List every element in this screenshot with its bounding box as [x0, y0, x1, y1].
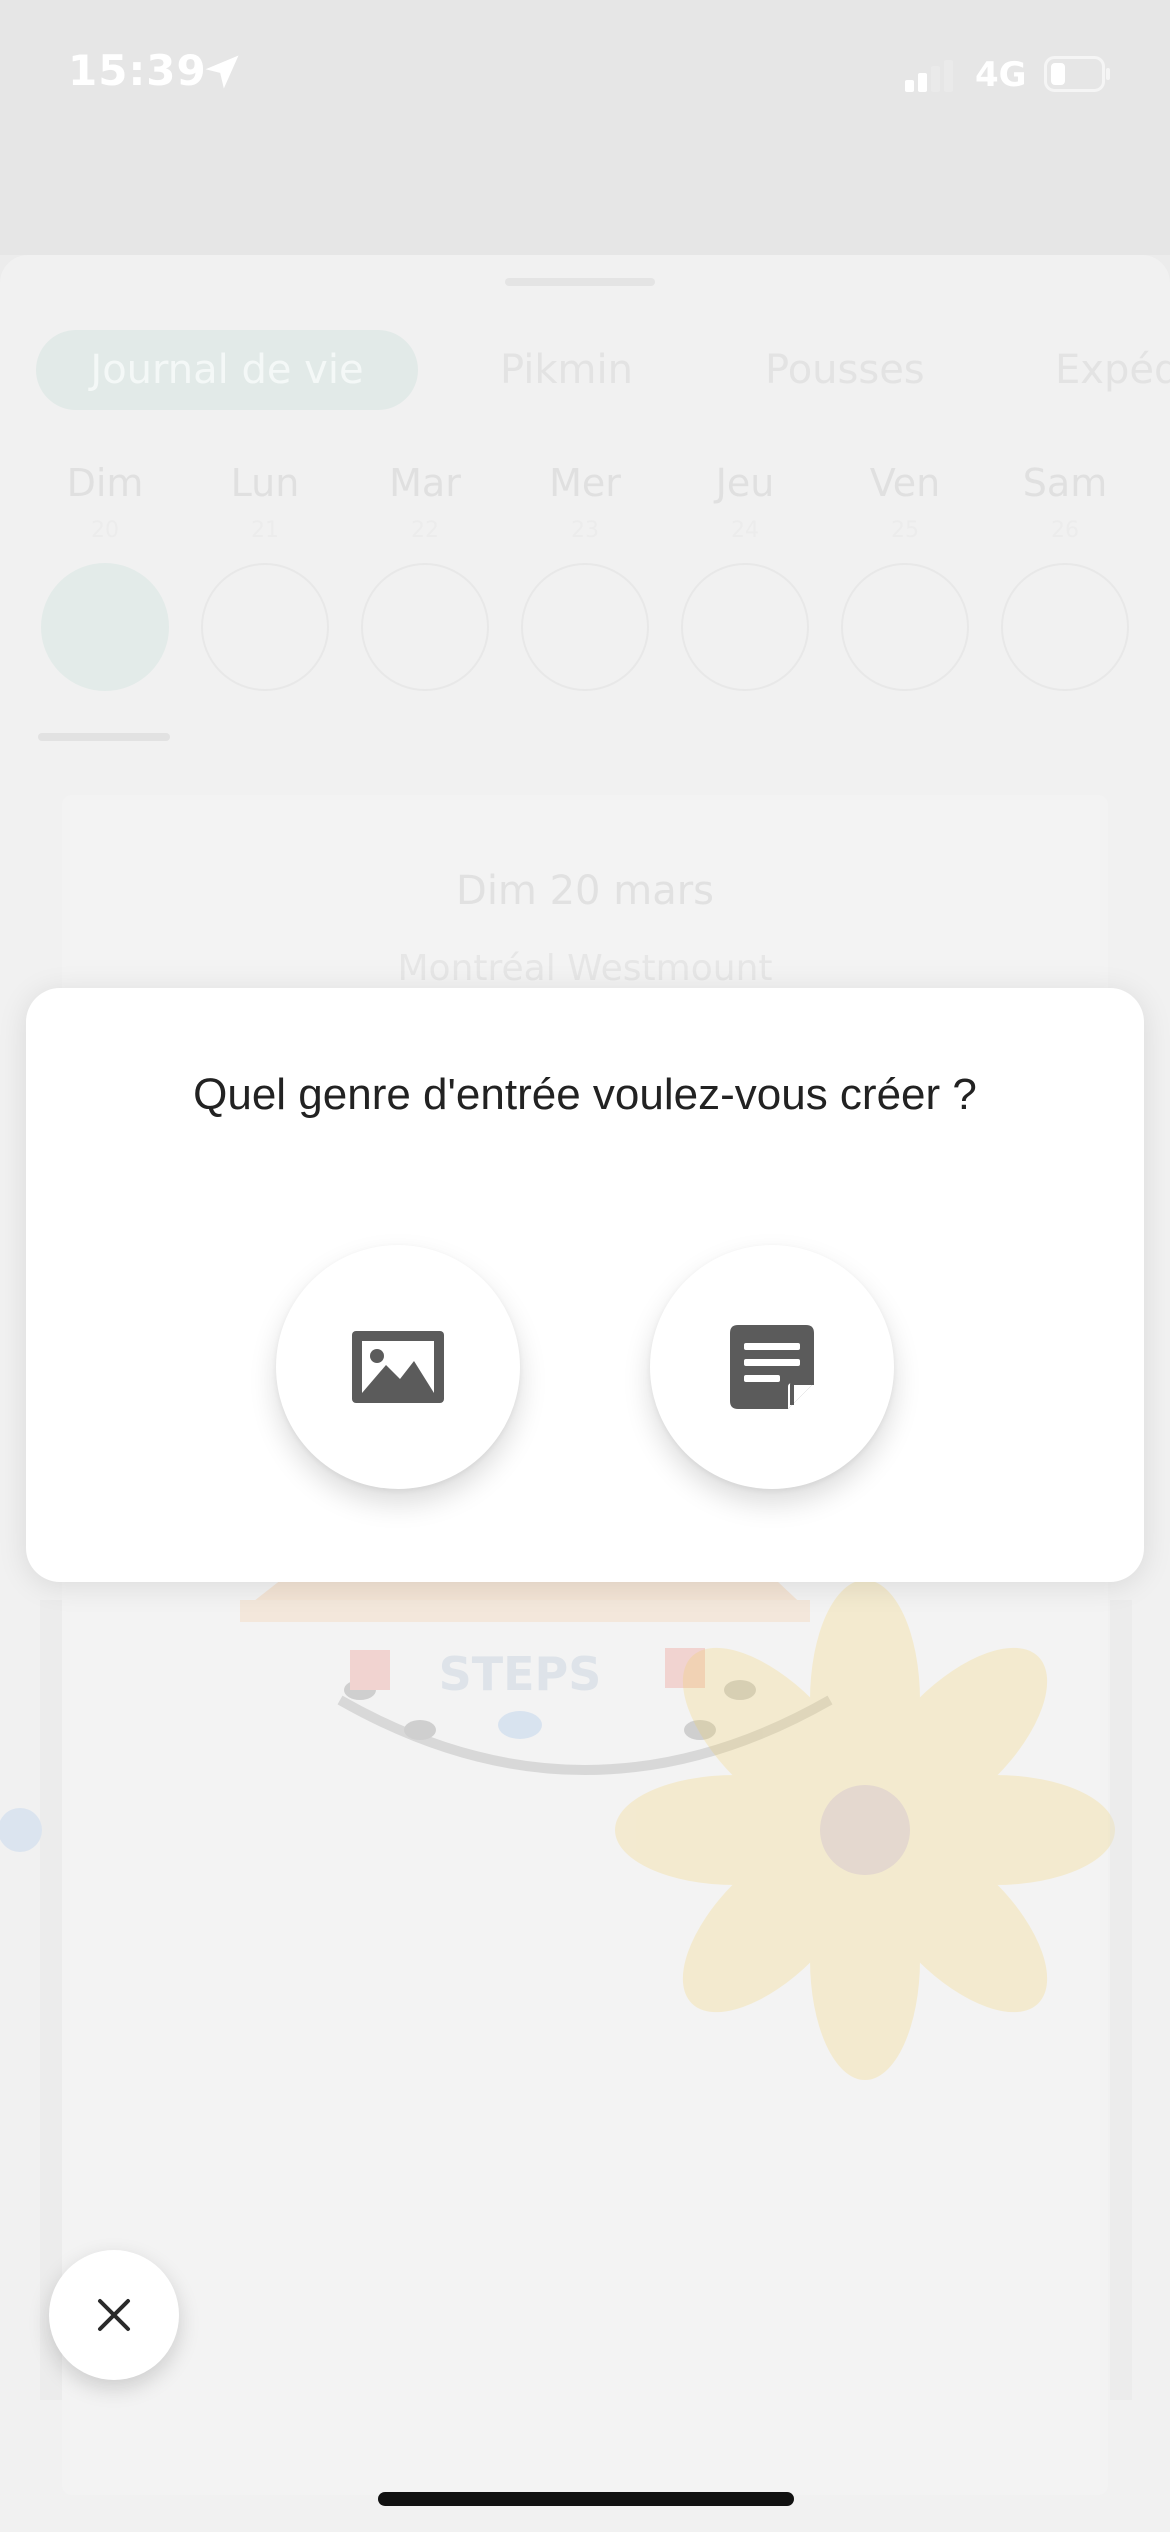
close-button[interactable]: [49, 2250, 179, 2380]
steps-badge-text: STEPS: [439, 1647, 602, 1701]
close-icon: [98, 2299, 130, 2331]
dialog-title: Quel genre d'entrée voulez-vous créer ?: [193, 1070, 977, 1119]
home-indicator: [378, 2492, 794, 2506]
image-icon: [352, 1331, 444, 1403]
entry-type-dialog: Quel genre d'entrée voulez-vous créer ?: [26, 988, 1144, 1582]
text-entry-button[interactable]: [650, 1245, 894, 1489]
photo-entry-button[interactable]: [276, 1245, 520, 1489]
note-icon: [730, 1325, 814, 1409]
